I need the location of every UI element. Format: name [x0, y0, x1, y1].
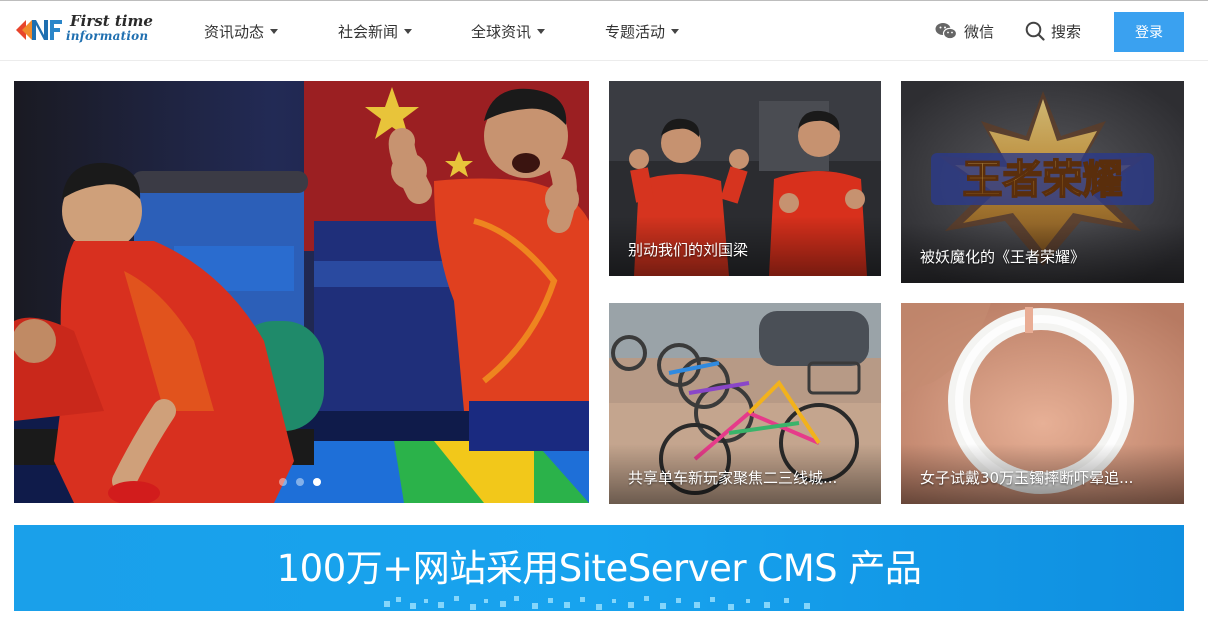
- search-icon: [1025, 21, 1045, 41]
- carousel-dot-2[interactable]: [296, 478, 304, 486]
- site-header: First time information 资讯动态 社会新闻 全球资讯 专题…: [0, 1, 1208, 61]
- nav-item-global-news[interactable]: 全球资讯: [471, 1, 546, 61]
- caret-down-icon: [404, 28, 413, 34]
- logo-text-line2: information: [66, 29, 149, 43]
- news-card-liu-guoliang[interactable]: 别动我们的刘国梁: [609, 81, 881, 276]
- nav-label: 资讯动态: [204, 22, 265, 41]
- nav-item-news-updates[interactable]: 资讯动态: [204, 1, 279, 61]
- ad-banner-siteserver[interactable]: 100万+网站采用SiteServer CMS 产品: [14, 525, 1184, 611]
- carousel-dot-1[interactable]: [279, 478, 287, 486]
- login-button[interactable]: 登录: [1114, 12, 1184, 52]
- card-caption: 共享单车新玩家聚焦二三线城...: [628, 469, 838, 487]
- news-card-shared-bikes[interactable]: 共享单车新玩家聚焦二三线城...: [609, 303, 881, 504]
- caret-down-icon: [671, 28, 680, 34]
- logo-text-line1: First time: [70, 12, 153, 30]
- nav-item-social-news[interactable]: 社会新闻: [338, 1, 413, 61]
- nav-label: 专题活动: [605, 22, 666, 41]
- card-caption: 女子试戴30万玉镯摔断吓晕追...: [920, 469, 1134, 487]
- carousel-indicators: [279, 478, 321, 486]
- game-logo-text: 王者荣耀: [963, 157, 1123, 203]
- site-logo[interactable]: First time information: [14, 12, 164, 48]
- card-caption: 别动我们的刘国梁: [628, 241, 749, 259]
- slide-image-table-tennis: [14, 81, 589, 503]
- news-card-honor-of-kings[interactable]: 王者荣耀 被妖魔化的《王者荣耀》: [901, 81, 1184, 283]
- carousel-slide[interactable]: [14, 81, 589, 503]
- nav-label: 全球资讯: [471, 22, 532, 41]
- search-link[interactable]: 搜索: [1025, 1, 1081, 61]
- nav-label: 社会新闻: [338, 22, 399, 41]
- wechat-link[interactable]: 微信: [935, 1, 994, 61]
- caret-down-icon: [537, 28, 546, 34]
- search-label: 搜索: [1051, 22, 1082, 41]
- card-caption: 被妖魔化的《王者荣耀》: [920, 248, 1086, 266]
- dnf-logo-icon: [16, 20, 62, 40]
- wechat-icon: [935, 23, 957, 40]
- nav-item-special-events[interactable]: 专题活动: [605, 1, 680, 61]
- caret-down-icon: [270, 28, 279, 34]
- wechat-label: 微信: [964, 22, 995, 41]
- carousel-dot-3-active[interactable]: [313, 478, 321, 486]
- news-card-jade-bracelet[interactable]: 女子试戴30万玉镯摔断吓晕追...: [901, 303, 1184, 504]
- banner-headline: 100万+网站采用SiteServer CMS 产品: [276, 547, 922, 590]
